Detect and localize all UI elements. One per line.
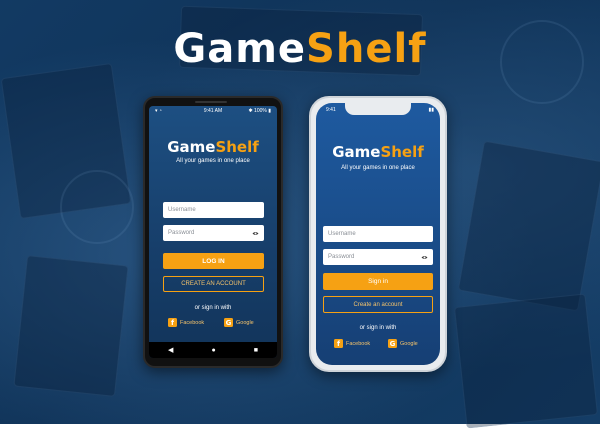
facebook-label: Facebook — [346, 340, 371, 347]
facebook-login[interactable]: f Facebook — [334, 339, 370, 348]
status-time: 9:41 — [326, 107, 336, 113]
app-title: GameShelf — [316, 143, 440, 161]
google-icon: G — [388, 339, 397, 348]
phone-speaker — [195, 101, 227, 103]
show-password-icon[interactable] — [252, 231, 259, 236]
android-screen: ▾ ◔ 9:41 AM ✱ 100% ▮ GameShelf All your … — [149, 106, 277, 358]
bg-shape — [453, 293, 599, 429]
status-time: 9:41 AM — [203, 108, 223, 114]
google-label: Google — [400, 340, 418, 347]
facebook-label: Facebook — [180, 319, 205, 326]
brand-logo-part2: Shelf — [306, 26, 427, 72]
google-login[interactable]: G Google — [388, 339, 418, 348]
bg-shape — [13, 255, 129, 397]
create-account-button[interactable]: Create an account — [323, 296, 433, 313]
or-sign-in-label: or sign in with — [359, 325, 397, 331]
password-placeholder: Password — [168, 230, 195, 236]
battery-icon: ▮▮ — [428, 107, 434, 113]
facebook-icon: f — [334, 339, 343, 348]
username-input[interactable]: Username — [323, 226, 433, 242]
google-icon: G — [224, 318, 233, 327]
brand-logo-part1: Game — [173, 26, 307, 72]
phone-notch — [345, 103, 411, 115]
tagline: All your games in one place — [341, 165, 415, 171]
tagline: All your games in one place — [176, 158, 250, 164]
app-title: GameShelf — [149, 138, 277, 156]
or-sign-in-label: or sign in with — [194, 305, 232, 311]
google-login[interactable]: G Google — [224, 318, 254, 327]
show-password-icon[interactable] — [421, 255, 428, 260]
nav-recent-icon[interactable]: ■ — [254, 347, 258, 354]
username-placeholder: Username — [168, 207, 196, 213]
iphone-screen: 9:41 ▮▮ GameShelf All your games in one … — [316, 103, 440, 365]
status-bar: ▾ ◔ 9:41 AM ✱ 100% ▮ — [149, 106, 277, 116]
username-placeholder: Username — [328, 231, 356, 237]
brand-logo: GameShelf — [0, 26, 600, 72]
app-title-part2: Shelf — [380, 143, 424, 161]
nav-back-icon[interactable]: ◀ — [168, 346, 173, 354]
nav-home-icon[interactable]: ● — [211, 347, 215, 354]
facebook-icon: f — [168, 318, 177, 327]
app-title-part1: Game — [167, 138, 216, 156]
android-nav-bar: ◀ ● ■ — [149, 342, 277, 358]
sign-in-button[interactable]: Sign in — [323, 273, 433, 290]
login-button[interactable]: LOG IN — [163, 253, 264, 269]
app-title-part1: Game — [332, 143, 381, 161]
create-account-button[interactable]: CREATE AN ACCOUNT — [163, 276, 264, 292]
password-input[interactable]: Password — [323, 249, 433, 265]
username-input[interactable]: Username — [163, 202, 264, 218]
bg-shape — [457, 140, 600, 312]
password-input[interactable]: Password — [163, 225, 264, 241]
facebook-login[interactable]: f Facebook — [168, 318, 204, 327]
bg-shape — [60, 170, 134, 244]
android-phone: ▾ ◔ 9:41 AM ✱ 100% ▮ GameShelf All your … — [143, 96, 283, 368]
google-label: Google — [236, 319, 254, 326]
iphone: 9:41 ▮▮ GameShelf All your games in one … — [309, 96, 447, 372]
password-placeholder: Password — [328, 254, 355, 260]
app-title-part2: Shelf — [215, 138, 259, 156]
